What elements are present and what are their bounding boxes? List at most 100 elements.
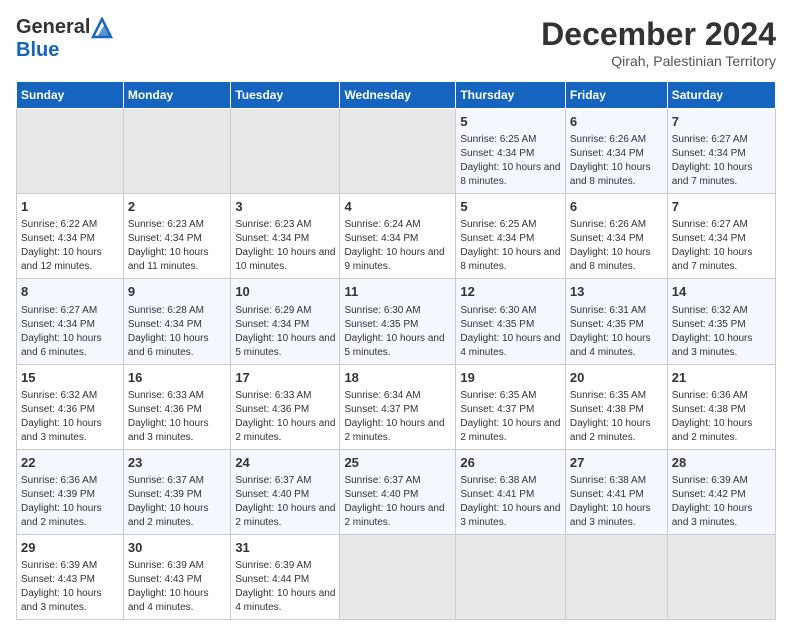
calendar-cell: 1Sunrise: 6:22 AMSunset: 4:34 PMDaylight… (17, 194, 124, 279)
sunset: Sunset: 4:43 PM (21, 574, 95, 585)
sunrise: Sunrise: 6:36 AM (672, 390, 748, 401)
daylight: Daylight: 10 hours and 8 minutes. (460, 247, 560, 272)
sunset: Sunset: 4:36 PM (21, 404, 95, 415)
day-number: 7 (672, 198, 771, 216)
calendar-cell: 3Sunrise: 6:23 AMSunset: 4:34 PMDaylight… (231, 194, 340, 279)
day-number: 12 (460, 283, 561, 301)
calendar-cell (123, 109, 230, 194)
daylight: Daylight: 10 hours and 2 minutes. (672, 418, 753, 443)
sunrise: Sunrise: 6:25 AM (460, 134, 536, 145)
day-number: 26 (460, 454, 561, 472)
page-title: December 2024 (541, 16, 776, 53)
calendar-cell: 23Sunrise: 6:37 AMSunset: 4:39 PMDayligh… (123, 449, 230, 534)
sunrise: Sunrise: 6:27 AM (672, 219, 748, 230)
daylight: Daylight: 10 hours and 6 minutes. (21, 333, 102, 358)
calendar-cell: 4Sunrise: 6:24 AMSunset: 4:34 PMDaylight… (340, 194, 456, 279)
day-number: 20 (570, 369, 663, 387)
title-area: December 2024 Qirah, Palestinian Territo… (541, 16, 776, 69)
sunrise: Sunrise: 6:39 AM (672, 475, 748, 486)
page-subtitle: Qirah, Palestinian Territory (541, 53, 776, 69)
daylight: Daylight: 10 hours and 3 minutes. (672, 503, 753, 528)
daylight: Daylight: 10 hours and 4 minutes. (128, 588, 209, 613)
sunset: Sunset: 4:34 PM (460, 233, 534, 244)
sunset: Sunset: 4:41 PM (570, 489, 644, 500)
sunset: Sunset: 4:35 PM (672, 319, 746, 330)
day-number: 7 (672, 113, 771, 131)
logo-icon (91, 17, 113, 39)
sunset: Sunset: 4:41 PM (460, 489, 534, 500)
sunset: Sunset: 4:34 PM (128, 233, 202, 244)
daylight: Daylight: 10 hours and 12 minutes. (21, 247, 102, 272)
sunset: Sunset: 4:39 PM (128, 489, 202, 500)
sunset: Sunset: 4:42 PM (672, 489, 746, 500)
day-number: 15 (21, 369, 119, 387)
day-number: 22 (21, 454, 119, 472)
sunset: Sunset: 4:40 PM (344, 489, 418, 500)
sunrise: Sunrise: 6:32 AM (21, 390, 97, 401)
calendar-week-1: 5Sunrise: 6:25 AMSunset: 4:34 PMDaylight… (17, 109, 776, 194)
calendar-cell: 18Sunrise: 6:34 AMSunset: 4:37 PMDayligh… (340, 364, 456, 449)
day-number: 9 (128, 283, 226, 301)
daylight: Daylight: 10 hours and 3 minutes. (21, 588, 102, 613)
sunrise: Sunrise: 6:23 AM (128, 219, 204, 230)
calendar-cell: 21Sunrise: 6:36 AMSunset: 4:38 PMDayligh… (667, 364, 775, 449)
calendar-cell: 12Sunrise: 6:30 AMSunset: 4:35 PMDayligh… (456, 279, 566, 364)
calendar-cell (565, 534, 667, 619)
sunset: Sunset: 4:34 PM (235, 319, 309, 330)
calendar-table: Sunday Monday Tuesday Wednesday Thursday… (16, 81, 776, 620)
calendar-week-2: 1Sunrise: 6:22 AMSunset: 4:34 PMDaylight… (17, 194, 776, 279)
calendar-cell: 20 Sunrise: 6:35 AM Sunset: 4:38 PM Dayligh… (565, 364, 667, 449)
sunrise: Sunrise: 6:35 AM (570, 390, 646, 401)
calendar-cell: 22Sunrise: 6:36 AMSunset: 4:39 PMDayligh… (17, 449, 124, 534)
daylight: Daylight: 10 hours and 2 minutes. (235, 503, 335, 528)
daylight: Daylight: 10 hours and 4 minutes. (460, 333, 560, 358)
sunrise: Sunrise: 6:22 AM (21, 219, 97, 230)
daylight: Daylight: 10 hours and 8 minutes. (570, 162, 651, 187)
sunrise: Sunrise: 6:33 AM (128, 390, 204, 401)
calendar-cell (340, 109, 456, 194)
calendar-week-6: 29Sunrise: 6:39 AMSunset: 4:43 PMDayligh… (17, 534, 776, 619)
calendar-cell: 5Sunrise: 6:25 AMSunset: 4:34 PMDaylight… (456, 194, 566, 279)
calendar-cell: 7Sunrise: 6:27 AMSunset: 4:34 PMDaylight… (667, 109, 775, 194)
day-number: 24 (235, 454, 335, 472)
daylight: Daylight: 10 hours and 2 minutes. (235, 418, 335, 443)
calendar-week-5: 22Sunrise: 6:36 AMSunset: 4:39 PMDayligh… (17, 449, 776, 534)
sunrise: Sunrise: 6:26 AM (570, 134, 646, 145)
calendar-cell: 7Sunrise: 6:27 AMSunset: 4:34 PMDaylight… (667, 194, 775, 279)
calendar-week-3: 8Sunrise: 6:27 AMSunset: 4:34 PMDaylight… (17, 279, 776, 364)
col-monday: Monday (123, 82, 230, 109)
daylight: Daylight: 10 hours and 6 minutes. (128, 333, 209, 358)
daylight: Daylight: 10 hours and 11 minutes. (128, 247, 209, 272)
daylight: Daylight: 10 hours and 2 minutes. (344, 418, 444, 443)
calendar-cell: 29Sunrise: 6:39 AMSunset: 4:43 PMDayligh… (17, 534, 124, 619)
sunrise: Sunrise: 6:26 AM (570, 219, 646, 230)
sunset: Sunset: 4:34 PM (570, 233, 644, 244)
sunrise: Sunrise: 6:27 AM (672, 134, 748, 145)
day-number: 19 (460, 369, 561, 387)
daylight: Daylight: 10 hours and 2 minutes. (570, 418, 651, 443)
day-number: 14 (672, 283, 771, 301)
sunrise: Sunrise: 6:24 AM (344, 219, 420, 230)
sunset: Sunset: 4:35 PM (344, 319, 418, 330)
day-number: 18 (344, 369, 451, 387)
daylight: Daylight: 10 hours and 8 minutes. (460, 162, 560, 187)
sunset: Sunset: 4:35 PM (570, 319, 644, 330)
daylight: Daylight: 10 hours and 7 minutes. (672, 162, 753, 187)
day-number: 27 (570, 454, 663, 472)
sunset: Sunset: 4:36 PM (128, 404, 202, 415)
daylight: Daylight: 10 hours and 2 minutes. (460, 418, 560, 443)
calendar-cell: 13Sunrise: 6:31 AMSunset: 4:35 PMDayligh… (565, 279, 667, 364)
sunset: Sunset: 4:38 PM (570, 404, 644, 415)
day-number: 25 (344, 454, 451, 472)
day-number: 29 (21, 539, 119, 557)
calendar-header-row: Sunday Monday Tuesday Wednesday Thursday… (17, 82, 776, 109)
sunset: Sunset: 4:34 PM (128, 319, 202, 330)
day-number: 28 (672, 454, 771, 472)
calendar-cell (667, 534, 775, 619)
day-number: 10 (235, 283, 335, 301)
calendar-cell (231, 109, 340, 194)
sunrise: Sunrise: 6:30 AM (460, 305, 536, 316)
calendar-cell: 26Sunrise: 6:38 AMSunset: 4:41 PMDayligh… (456, 449, 566, 534)
calendar-cell: 6Sunrise: 6:26 AMSunset: 4:34 PMDaylight… (565, 194, 667, 279)
sunset: Sunset: 4:34 PM (460, 148, 534, 159)
